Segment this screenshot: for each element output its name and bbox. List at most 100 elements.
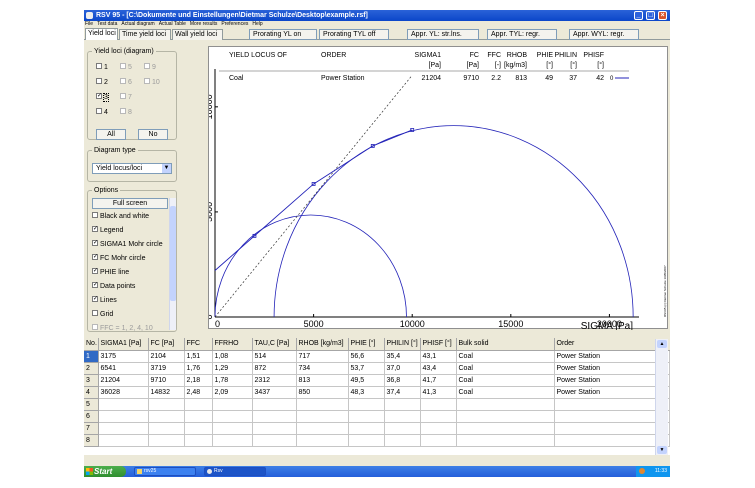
table-cell[interactable] [420,398,457,411]
table-cell[interactable] [98,422,149,435]
checkbox-icon[interactable]: ✓ [92,226,98,233]
table-row[interactable]: 5 [84,398,670,411]
table-cell[interactable]: 1,29 [212,362,253,375]
table-row[interactable]: 3 21204 9710 2,18 1,78 2312 813 49,5 36,8 41,7 Coa… [84,374,670,387]
checkbox-icon[interactable]: ✓ [92,282,98,289]
checkbox-icon[interactable] [92,324,98,331]
taskbar-item-rsv[interactable]: Rsv [204,467,266,476]
table-cell[interactable] [420,410,457,423]
table-cell[interactable]: 56,6 [348,350,385,363]
table-cell[interactable] [456,398,555,411]
column-header[interactable]: Bulk solid [456,338,555,351]
title-bar[interactable]: RSV 95 - [C:\Dokumente und Einstellungen… [84,10,670,21]
column-header[interactable]: RHOB [kg/m3] [296,338,349,351]
table-cell[interactable] [456,410,555,423]
chevron-down-icon[interactable]: ▼ [162,164,171,173]
table-cell[interactable] [554,434,670,447]
table-cell[interactable]: 53,7 [348,362,385,375]
table-row[interactable]: 2 6541 3719 1,76 1,29 872 734 53,7 37,0 43,4 Coal P… [84,362,670,375]
table-cell[interactable] [98,434,149,447]
yield-locus-checkbox-3[interactable]: ✓ 3 [96,93,109,102]
column-header[interactable]: PHILIN [°] [384,338,421,351]
table-cell[interactable] [296,410,349,423]
checkbox-icon[interactable] [92,212,98,219]
table-cell[interactable]: 2312 [252,374,297,387]
table-cell[interactable] [296,434,349,447]
table-cell[interactable] [252,422,297,435]
checkbox-icon[interactable] [120,108,126,115]
prorating-tyl-button[interactable]: Prorating TYL off [319,29,389,40]
option-ffc-1-2-4-10[interactable]: FFC = 1, 2, 4, 10 [92,324,153,333]
column-header[interactable]: SIGMA1 [Pa] [98,338,149,351]
table-cell[interactable] [184,422,213,435]
table-cell[interactable]: 43,4 [420,362,457,375]
option-lines[interactable]: ✓ Lines [92,296,117,305]
column-header[interactable]: FC [Pa] [148,338,185,351]
column-header[interactable]: PHISF [°] [420,338,457,351]
option-phie-line[interactable]: ✓ PHIE line [92,268,129,277]
checkbox-icon[interactable] [120,93,126,100]
table-cell[interactable]: 14832 [148,386,185,399]
table-cell[interactable] [348,398,385,411]
table-cell[interactable] [348,422,385,435]
table-cell[interactable]: 1,08 [212,350,253,363]
menu-item-preferences[interactable]: Preferences [221,21,248,27]
checkbox-icon[interactable] [144,78,150,85]
yield-locus-checkbox-4[interactable]: 4 [96,108,108,117]
table-cell[interactable] [252,398,297,411]
table-cell[interactable] [212,422,253,435]
all-button[interactable]: All [96,129,126,140]
scroll-down-icon[interactable]: ▼ [657,446,667,454]
approx-wyl-button[interactable]: Appr. WYL: regr. [569,29,639,40]
table-cell[interactable]: 2,48 [184,386,213,399]
table-cell[interactable] [348,410,385,423]
tab-yield-loci[interactable]: Yield loci [85,28,118,40]
table-cell[interactable] [456,422,555,435]
table-cell[interactable] [384,434,421,447]
table-cell[interactable]: 2104 [148,350,185,363]
yield-locus-checkbox-10[interactable]: 10 [144,78,160,87]
table-cell[interactable]: 41,7 [420,374,457,387]
column-header[interactable]: PHIE [°] [348,338,385,351]
yield-locus-checkbox-5[interactable]: 5 [120,63,132,72]
checkbox-icon[interactable]: ✓ [96,93,102,100]
table-cell[interactable] [348,434,385,447]
menu-item-help[interactable]: Help [252,21,262,27]
table-cell[interactable] [296,422,349,435]
checkbox-icon[interactable] [96,63,102,70]
table-cell[interactable] [554,398,670,411]
yield-locus-checkbox-1[interactable]: 1 [96,63,108,72]
table-cell[interactable] [184,410,213,423]
checkbox-icon[interactable]: ✓ [92,254,98,261]
table-cell[interactable] [148,410,185,423]
table-cell[interactable] [384,398,421,411]
table-cell[interactable]: 734 [296,362,349,375]
table-cell[interactable]: Power Station [554,374,670,387]
table-cell[interactable] [456,434,555,447]
table-cell[interactable]: 43,1 [420,350,457,363]
table-cell[interactable] [148,434,185,447]
row-number[interactable]: 8 [84,434,99,447]
column-header[interactable]: Order [554,338,670,351]
checkbox-icon[interactable] [96,78,102,85]
table-cell[interactable]: 48,3 [348,386,385,399]
table-cell[interactable]: Coal [456,386,555,399]
table-cell[interactable] [148,398,185,411]
table-scrollbar[interactable]: ▲ ▼ [655,339,668,455]
table-cell[interactable]: Coal [456,350,555,363]
table-cell[interactable]: 717 [296,350,349,363]
checkbox-icon[interactable] [144,63,150,70]
option-sigma1-mohr-circle[interactable]: ✓ SIGMA1 Mohr circle [92,240,163,249]
table-cell[interactable]: 21204 [98,374,149,387]
table-cell[interactable]: Coal [456,374,555,387]
approx-tyl-button[interactable]: Appr. TYL: regr. [487,29,557,40]
scroll-up-icon[interactable]: ▲ [657,340,667,348]
table-cell[interactable]: 49,5 [348,374,385,387]
row-number[interactable]: 4 [84,386,99,399]
checkbox-icon[interactable] [120,78,126,85]
checkbox-icon[interactable]: ✓ [92,240,98,247]
menu-item-file[interactable]: File [85,21,93,27]
tray-icon[interactable] [639,468,645,474]
tab-wall-yield-loci[interactable]: Wall yield loci [172,29,223,40]
row-number[interactable]: 7 [84,422,99,435]
